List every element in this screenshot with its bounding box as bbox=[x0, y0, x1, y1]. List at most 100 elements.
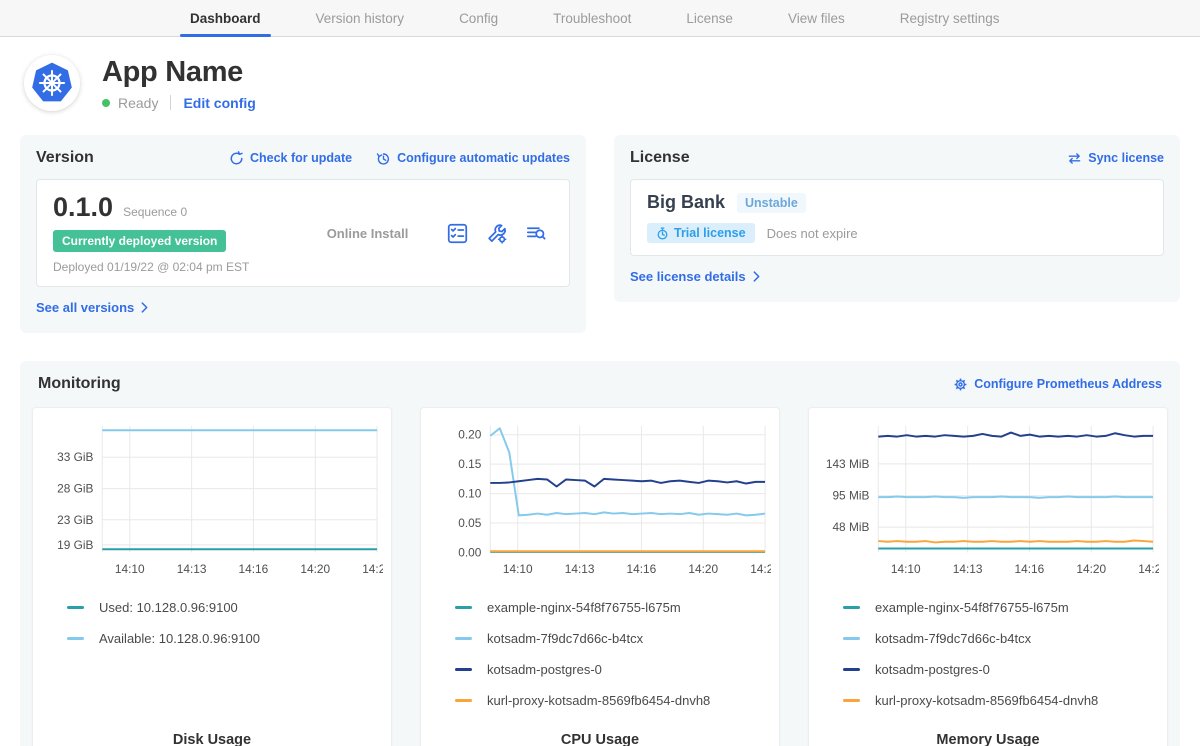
top-nav: Dashboard Version history Config Trouble… bbox=[0, 0, 1200, 37]
legend-color-dash bbox=[67, 637, 84, 640]
version-number: 0.1.0 bbox=[53, 192, 113, 223]
license-card-title: License bbox=[630, 149, 690, 167]
y-axis-tick-label: 0.15 bbox=[458, 457, 481, 471]
preflight-checklist-icon bbox=[447, 223, 468, 244]
tab-config[interactable]: Config bbox=[459, 0, 498, 36]
deployed-timestamp: Deployed 01/19/22 @ 02:04 pm EST bbox=[53, 260, 288, 274]
legend-item: kotsadm-7f9dc7d66c-b4tcx bbox=[843, 631, 1159, 646]
legend-item: kurl-proxy-kotsadm-8569fb6454-dnvh8 bbox=[455, 693, 771, 708]
legend-label: kurl-proxy-kotsadm-8569fb6454-dnvh8 bbox=[875, 693, 1098, 708]
tab-registry-settings[interactable]: Registry settings bbox=[900, 0, 1000, 36]
sync-license-label: Sync license bbox=[1088, 151, 1164, 165]
legend-item: example-nginx-54f8f76755-l675m bbox=[455, 600, 771, 615]
disk-usage-chart: 14:1014:1314:1614:2014:2319 GiB23 GiB28 … bbox=[32, 407, 392, 746]
x-axis-tick-label: 14:13 bbox=[177, 562, 207, 576]
edit-config-link[interactable]: Edit config bbox=[183, 95, 255, 111]
stopwatch-icon bbox=[656, 227, 669, 240]
legend-label: kotsadm-postgres-0 bbox=[875, 662, 990, 677]
preflight-checks-button[interactable] bbox=[447, 223, 468, 244]
check-for-update-button[interactable]: Check for update bbox=[229, 151, 352, 166]
legend-item: Available: 10.128.0.96:9100 bbox=[67, 631, 383, 646]
see-all-versions-label: See all versions bbox=[36, 300, 134, 315]
monitoring-title: Monitoring bbox=[38, 375, 121, 393]
legend-color-dash bbox=[67, 606, 84, 609]
y-axis-tick-label: 0.10 bbox=[458, 487, 481, 501]
legend-color-dash bbox=[843, 637, 860, 640]
y-axis-tick-label: 95 MiB bbox=[832, 489, 869, 503]
divider bbox=[170, 95, 171, 110]
x-axis-tick-label: 14:16 bbox=[239, 562, 269, 576]
y-axis-tick-label: 28 GiB bbox=[57, 482, 93, 496]
edit-config-button[interactable] bbox=[486, 223, 507, 244]
deployed-badge: Currently deployed version bbox=[53, 230, 226, 252]
y-axis-tick-label: 23 GiB bbox=[57, 513, 93, 527]
x-axis-tick-label: 14:20 bbox=[688, 562, 718, 576]
version-card-title: Version bbox=[36, 149, 94, 167]
sync-license-button[interactable]: Sync license bbox=[1067, 151, 1164, 165]
chart-plot: 14:1014:1314:1614:2014:2319 GiB23 GiB28 … bbox=[41, 418, 383, 584]
see-all-versions-link[interactable]: See all versions bbox=[36, 300, 148, 315]
legend-color-dash bbox=[455, 637, 472, 640]
tab-label: View files bbox=[788, 11, 845, 26]
expiry-text: Does not expire bbox=[767, 226, 858, 241]
page-title: App Name bbox=[102, 56, 256, 89]
x-axis-tick-label: 14:10 bbox=[115, 562, 145, 576]
customer-name: Big Bank bbox=[647, 192, 725, 213]
legend-item: example-nginx-54f8f76755-l675m bbox=[843, 600, 1159, 615]
chevron-right-icon bbox=[141, 302, 148, 313]
y-axis-tick-label: 48 MiB bbox=[832, 520, 869, 534]
tab-label: License bbox=[686, 11, 733, 26]
x-axis-tick-label: 14:10 bbox=[891, 562, 921, 576]
legend-label: Available: 10.128.0.96:9100 bbox=[99, 631, 260, 646]
cpu-usage-chart: 14:1014:1314:1614:2014:230.000.050.100.1… bbox=[420, 407, 780, 746]
x-axis-tick-label: 14:13 bbox=[565, 562, 595, 576]
version-card: Version Check for update bbox=[20, 135, 586, 333]
schedule-icon bbox=[376, 151, 391, 166]
configure-prometheus-button[interactable]: Configure Prometheus Address bbox=[953, 377, 1162, 392]
tab-license[interactable]: License bbox=[686, 0, 733, 36]
legend-color-dash bbox=[455, 699, 472, 702]
gear-icon bbox=[953, 377, 968, 392]
memory-usage-chart: 14:1014:1314:1614:2014:2348 MiB95 MiB143… bbox=[808, 407, 1168, 746]
legend-label: kotsadm-7f9dc7d66c-b4tcx bbox=[875, 631, 1031, 646]
legend-color-dash bbox=[455, 606, 472, 609]
x-axis-tick-label: 14:23 bbox=[750, 562, 771, 576]
legend-label: example-nginx-54f8f76755-l675m bbox=[487, 600, 681, 615]
license-details-box: Big Bank Unstable Trial license bbox=[630, 179, 1164, 256]
install-type-label: Online Install bbox=[327, 226, 409, 241]
tab-label: Config bbox=[459, 11, 498, 26]
x-axis-tick-label: 14:16 bbox=[1015, 562, 1045, 576]
license-card: License Sync license Big Bank Unstable bbox=[614, 135, 1180, 302]
configure-automatic-updates-button[interactable]: Configure automatic updates bbox=[376, 151, 570, 166]
logs-magnifier-icon bbox=[525, 223, 547, 244]
x-axis-tick-label: 14:16 bbox=[627, 562, 657, 576]
refresh-icon bbox=[229, 151, 244, 166]
tab-version-history[interactable]: Version history bbox=[316, 0, 405, 36]
trial-license-label: Trial license bbox=[674, 226, 746, 240]
legend-label: kotsadm-postgres-0 bbox=[487, 662, 602, 677]
tab-troubleshoot[interactable]: Troubleshoot bbox=[553, 0, 631, 36]
x-axis-tick-label: 14:10 bbox=[503, 562, 533, 576]
legend-item: kurl-proxy-kotsadm-8569fb6454-dnvh8 bbox=[843, 693, 1159, 708]
y-axis-tick-label: 19 GiB bbox=[57, 538, 93, 552]
app-header: App Name Ready Edit config bbox=[24, 55, 1180, 111]
check-for-update-label: Check for update bbox=[250, 151, 352, 165]
chart-legend: example-nginx-54f8f76755-l675m kotsadm-7f… bbox=[429, 600, 771, 724]
configure-prometheus-label: Configure Prometheus Address bbox=[974, 377, 1162, 391]
legend-item: kotsadm-postgres-0 bbox=[843, 662, 1159, 677]
see-license-details-link[interactable]: See license details bbox=[630, 269, 760, 284]
tab-view-files[interactable]: View files bbox=[788, 0, 845, 36]
y-axis-tick-label: 33 GiB bbox=[57, 450, 93, 464]
legend-label: kurl-proxy-kotsadm-8569fb6454-dnvh8 bbox=[487, 693, 710, 708]
chart-title: Memory Usage bbox=[817, 724, 1159, 746]
sequence-label: Sequence 0 bbox=[123, 205, 187, 219]
tab-label: Version history bbox=[316, 11, 405, 26]
tab-dashboard[interactable]: Dashboard bbox=[190, 0, 261, 36]
chart-title: Disk Usage bbox=[41, 724, 383, 746]
wrench-gear-icon bbox=[486, 223, 507, 244]
app-logo bbox=[24, 55, 80, 111]
legend-item: kotsadm-7f9dc7d66c-b4tcx bbox=[455, 631, 771, 646]
chart-legend: example-nginx-54f8f76755-l675m kotsadm-7f… bbox=[817, 600, 1159, 724]
x-axis-tick-label: 14:20 bbox=[300, 562, 330, 576]
view-deploy-logs-button[interactable] bbox=[525, 223, 547, 244]
